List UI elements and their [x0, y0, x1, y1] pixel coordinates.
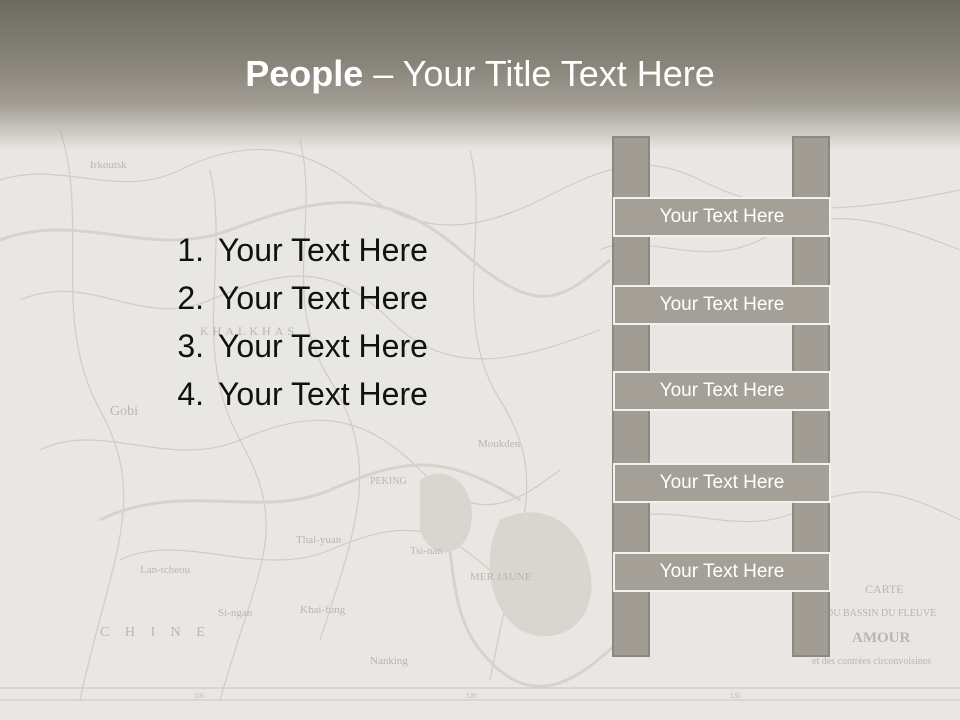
- slide: Gobi PEKING Thai-yuan Tsi-nan MER JAUNE …: [0, 0, 960, 720]
- ladder-rung-2: Your Text Here: [613, 285, 831, 325]
- ladder-rung-4: Your Text Here: [613, 463, 831, 503]
- ladder-rung-3: Your Text Here: [613, 371, 831, 411]
- ladder-rung-5: Your Text Here: [613, 552, 831, 592]
- ladder-graphic: Your Text Here Your Text Here Your Text …: [0, 0, 960, 720]
- ladder-rung-1: Your Text Here: [613, 197, 831, 237]
